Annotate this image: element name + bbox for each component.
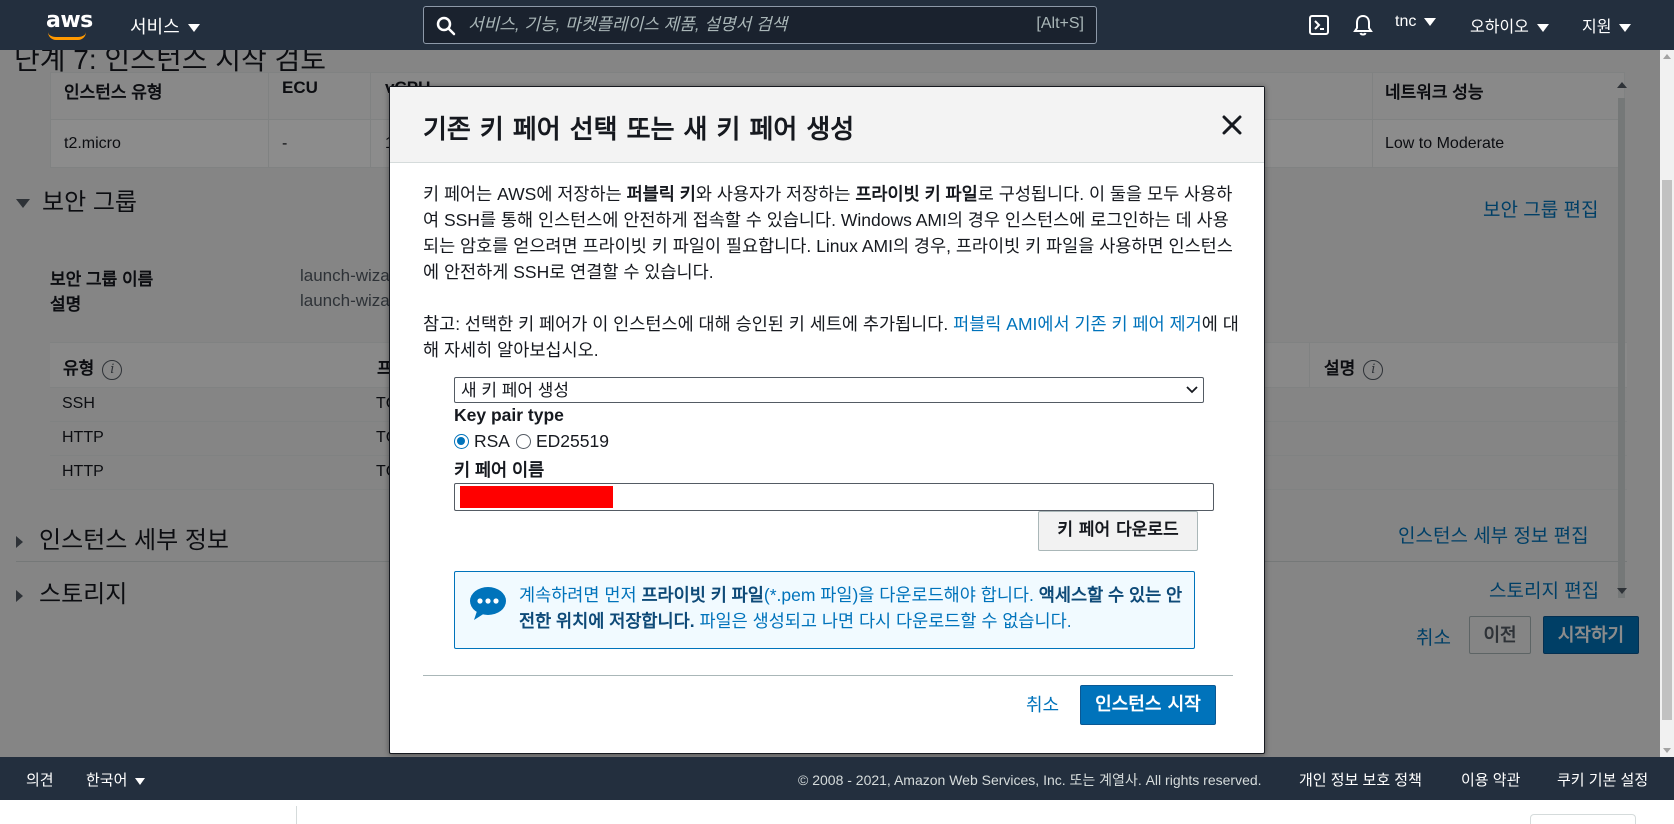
dialog-header: 기존 키 페어 선택 또는 새 키 페어 생성	[390, 87, 1264, 163]
dialog-note: 참고: 선택한 키 페어가 이 인스턴스에 대해 승인된 키 세트에 추가됩니다…	[423, 314, 1239, 360]
aws-logo[interactable]: aws	[46, 8, 93, 40]
feedback-link[interactable]: 의견	[26, 769, 54, 790]
services-menu[interactable]: 서비스	[130, 13, 200, 39]
search-shortcut: [Alt+S]	[1036, 15, 1084, 32]
terms-link[interactable]: 이용 약관	[1461, 769, 1520, 790]
aws-logo-text: aws	[46, 8, 93, 33]
copyright-text: © 2008 - 2021, Amazon Web Services, Inc.…	[798, 772, 1262, 788]
divider	[296, 806, 297, 824]
rsa-label: RSA	[474, 431, 510, 451]
language-selector[interactable]: 한국어	[86, 769, 146, 790]
search-box[interactable]: [Alt+S]	[423, 6, 1097, 44]
remove-key-pair-link[interactable]: 퍼블릭 AMI에서 기존 키 페어 제거	[953, 314, 1202, 334]
privacy-policy-link[interactable]: 개인 정보 보호 정책	[1299, 769, 1422, 790]
redacted-value	[460, 486, 613, 508]
chat-bubble-icon	[470, 587, 506, 620]
caret-down-icon	[1619, 23, 1632, 32]
download-key-pair-button[interactable]: 키 페어 다운로드	[1038, 511, 1198, 551]
aws-smile-icon	[48, 32, 86, 40]
caret-down-icon	[187, 24, 200, 33]
divider	[423, 675, 1233, 676]
key-pair-name-input[interactable]	[454, 483, 1214, 511]
ed25519-label: ED25519	[535, 431, 609, 451]
bell-icon[interactable]	[1353, 14, 1373, 36]
region-label: 오하이오	[1470, 19, 1529, 36]
dialog-cancel-link[interactable]: 취소	[1026, 692, 1059, 718]
caret-down-icon	[1536, 23, 1549, 32]
dialog-description: 키 페어는 AWS에 저장하는 퍼블릭 키와 사용자가 저장하는 프라이빗 키 …	[423, 184, 1233, 282]
chevron-down-icon	[1186, 386, 1198, 394]
scroll-up-icon[interactable]	[1663, 54, 1671, 59]
info-alert-text: 계속하려면 먼저 프라이빗 키 파일(*.pem 파일)을 다운로드해야 합니다…	[519, 585, 1183, 631]
page-scrollbar[interactable]	[1660, 50, 1674, 757]
key-pair-type-label: Key pair type	[454, 405, 564, 425]
close-icon[interactable]	[1220, 113, 1244, 137]
key-pair-select[interactable]: 새 키 페어 생성	[454, 377, 1204, 403]
info-alert: 계속하려면 먼저 프라이빗 키 파일(*.pem 파일)을 다운로드해야 합니다…	[454, 571, 1195, 649]
scroll-thumb[interactable]	[1662, 180, 1672, 720]
launch-instance-button[interactable]: 인스턴스 시작	[1080, 685, 1216, 725]
user-label: tnc	[1395, 13, 1417, 30]
ed25519-radio[interactable]	[515, 434, 531, 449]
footer: 의견 한국어 © 2008 - 2021, Amazon Web Service…	[0, 757, 1674, 800]
region-menu[interactable]: 오하이오	[1470, 13, 1549, 37]
scroll-down-icon[interactable]	[1663, 748, 1671, 753]
dialog-title: 기존 키 페어 선택 또는 새 키 페어 생성	[423, 115, 855, 145]
top-navigation-bar: aws 서비스 [Alt+S] tnc 오하이오 지원	[0, 0, 1674, 50]
caret-down-icon	[1424, 17, 1437, 26]
services-label: 서비스	[130, 17, 180, 37]
key-pair-name-label: 키 페어 이름	[454, 460, 545, 480]
support-label: 지원	[1582, 19, 1612, 36]
rsa-radio[interactable]	[454, 434, 469, 449]
caret-down-icon	[135, 777, 146, 785]
key-pair-dialog: 기존 키 페어 선택 또는 새 키 페어 생성 키 페어는 AWS에 저장하는 …	[389, 86, 1265, 754]
search-icon	[436, 16, 456, 36]
page-bottom	[0, 800, 1674, 824]
cloudshell-icon[interactable]	[1309, 15, 1329, 35]
user-menu[interactable]: tnc	[1395, 13, 1437, 31]
key-pair-type-group: RSA ED25519	[454, 431, 609, 452]
partial-element	[1530, 814, 1636, 824]
cookie-preferences-link[interactable]: 쿠키 기본 설정	[1557, 769, 1648, 790]
search-input[interactable]	[468, 7, 988, 43]
support-menu[interactable]: 지원	[1582, 13, 1632, 37]
